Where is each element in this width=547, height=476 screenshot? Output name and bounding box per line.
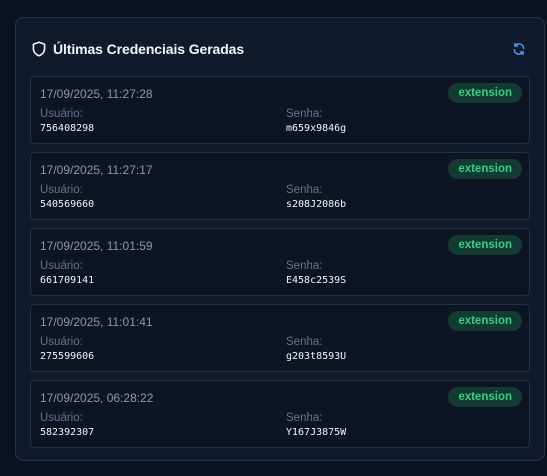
user-label: Usuário: (40, 336, 83, 348)
user-value: 582392307 (40, 427, 95, 438)
password-label: Senha: (286, 336, 323, 348)
password-value: Y167J3875W (286, 427, 347, 438)
password-label: Senha: (286, 412, 323, 424)
user-value: 756408298 (40, 123, 95, 134)
password-label: Senha: (286, 108, 323, 120)
refresh-icon[interactable] (510, 40, 528, 58)
password-value: m659x9846g (286, 123, 347, 134)
credential-timestamp: 17/09/2025, 11:27:17 (40, 163, 153, 177)
user-value: 540569660 (40, 199, 95, 210)
source-badge: extension (448, 235, 522, 255)
credential-card: 17/09/2025, 11:01:59 extension Usuário: … (30, 228, 530, 296)
credential-card: 17/09/2025, 11:01:41 extension Usuário: … (30, 304, 530, 372)
panel-header: Últimas Credenciais Geradas (32, 40, 528, 58)
source-badge: extension (448, 311, 522, 331)
source-badge: extension (448, 159, 522, 179)
user-label: Usuário: (40, 184, 83, 196)
user-value: 661709141 (40, 275, 95, 286)
password-label: Senha: (286, 184, 323, 196)
credential-timestamp: 17/09/2025, 11:01:59 (40, 239, 153, 253)
credential-timestamp: 17/09/2025, 06:28:22 (40, 391, 154, 405)
source-badge: extension (448, 387, 522, 407)
credential-card: 17/09/2025, 11:27:17 extension Usuário: … (30, 152, 530, 220)
password-value: g203t8593U (286, 351, 347, 362)
password-value: E458c2539S (286, 275, 347, 286)
credential-timestamp: 17/09/2025, 11:27:28 (40, 87, 153, 101)
shield-icon (32, 41, 46, 57)
credential-timestamp: 17/09/2025, 11:01:41 (40, 315, 153, 329)
user-label: Usuário: (40, 108, 83, 120)
user-value: 275599606 (40, 351, 95, 362)
password-value: s208J2086b (286, 199, 347, 210)
user-label: Usuário: (40, 260, 83, 272)
panel-title: Últimas Credenciais Geradas (53, 41, 245, 57)
recent-credentials-panel: Últimas Credenciais Geradas 17/09/2025, … (15, 17, 545, 461)
password-label: Senha: (286, 260, 323, 272)
user-label: Usuário: (40, 412, 83, 424)
credential-card: 17/09/2025, 06:28:22 extension Usuário: … (30, 380, 530, 448)
source-badge: extension (448, 83, 522, 103)
credential-card: 17/09/2025, 11:27:28 extension Usuário: … (30, 76, 530, 144)
